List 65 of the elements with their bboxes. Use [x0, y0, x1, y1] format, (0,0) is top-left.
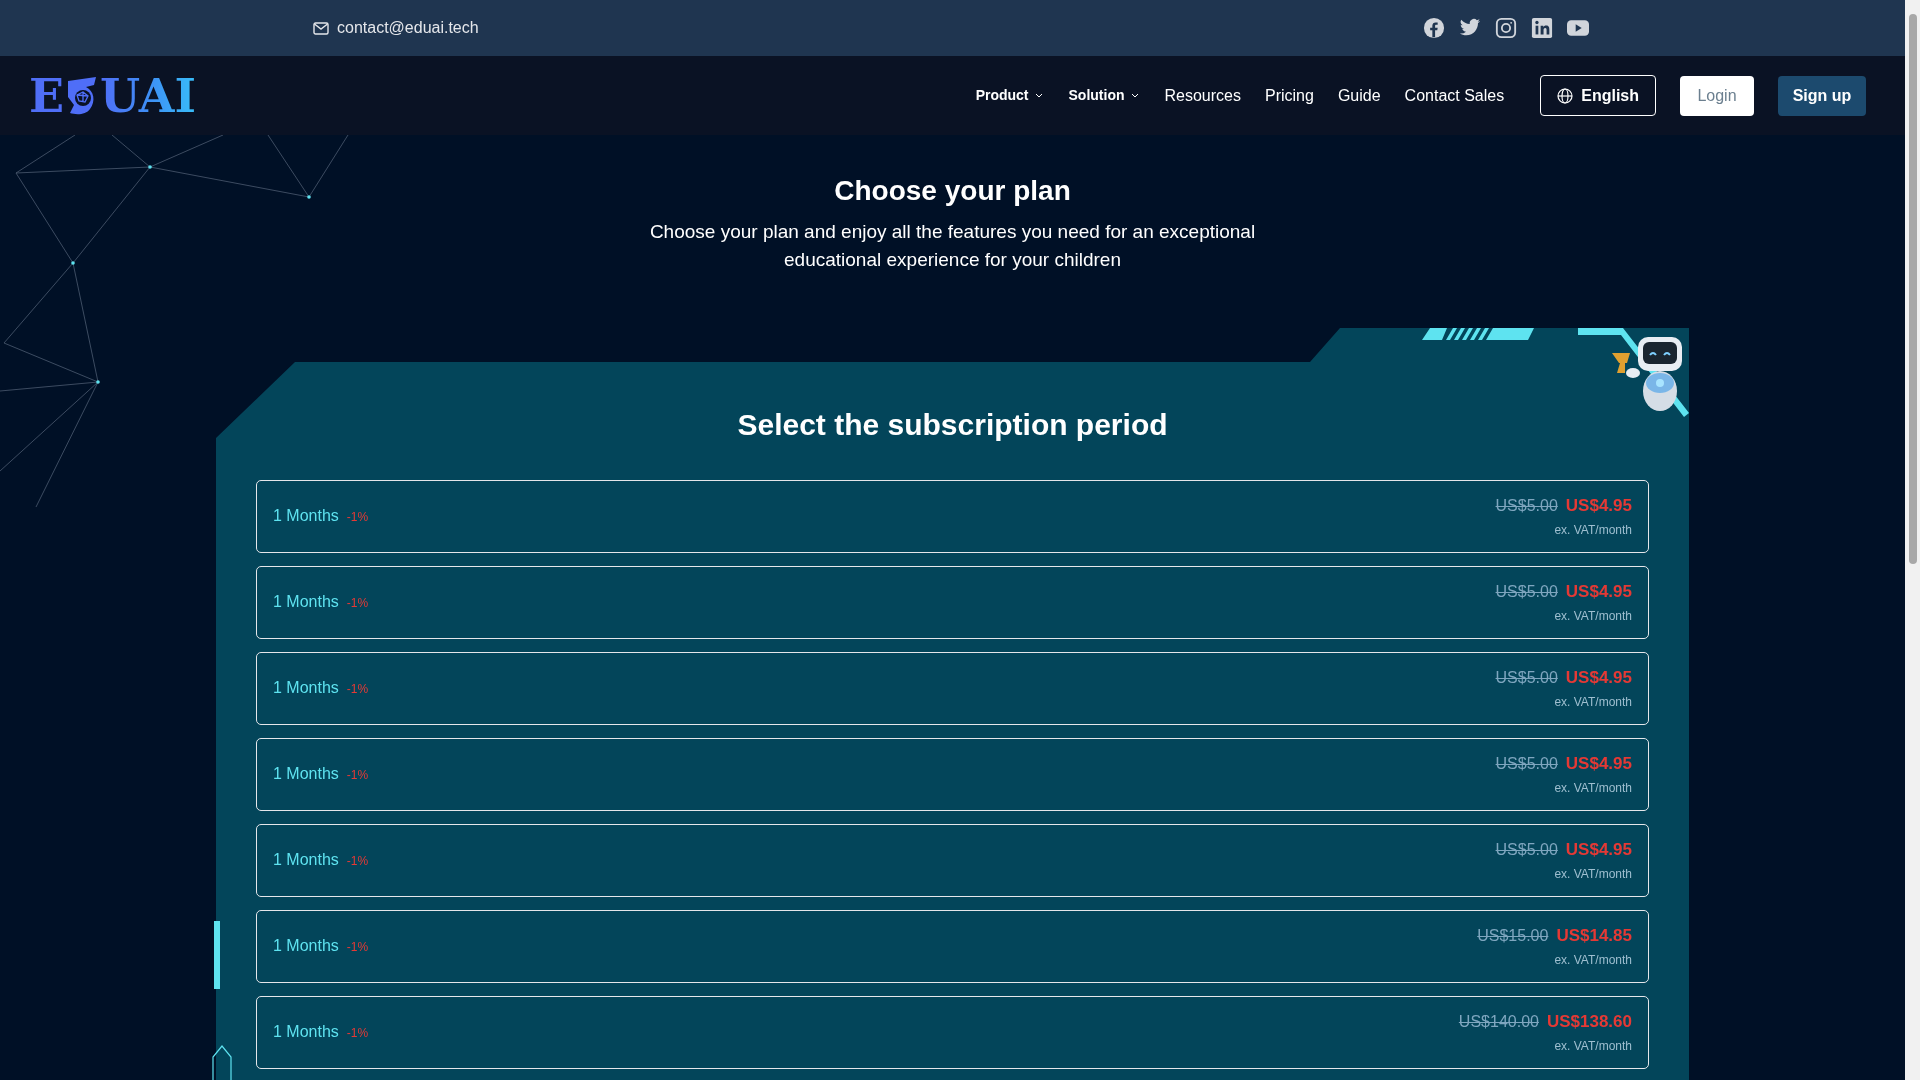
old-price: US$5.00 [1495, 754, 1558, 775]
nav-link[interactable]: Pricing [1265, 83, 1314, 108]
plan-option[interactable]: 1 Months -1% US$5.00 US$4.95 ex. VAT/month [256, 479, 1649, 553]
chevron-down-icon [1034, 93, 1043, 98]
plan-duration: 1 Months [273, 506, 339, 526]
plan-price: US$4.95 [1565, 839, 1632, 862]
page-title: Choose your plan [834, 174, 1071, 208]
nav-dropdown[interactable]: Product [975, 85, 1043, 106]
discount-label: -1% [346, 1025, 369, 1042]
price-note: ex. VAT/month [1554, 779, 1632, 797]
accent-bar [214, 921, 220, 989]
plan-option[interactable]: 1 Months -1% US$5.00 US$4.95 ex. VAT/month [256, 823, 1649, 897]
old-price: US$5.00 [1495, 496, 1558, 517]
plan-price: US$138.60 [1546, 1011, 1632, 1034]
nav-link[interactable]: Resources [1164, 83, 1241, 108]
discount-label: -1% [346, 595, 369, 612]
globe-icon [1557, 87, 1574, 104]
discount-label: -1% [346, 681, 369, 698]
discount-label: -1% [346, 853, 369, 870]
price-note: ex. VAT/month [1554, 951, 1632, 969]
plan-option[interactable]: 1 Months -1% US$5.00 US$4.95 ex. VAT/month [256, 651, 1649, 725]
linkedin-icon[interactable] [1531, 17, 1553, 39]
plan-duration: 1 Months [273, 850, 339, 870]
price-note: ex. VAT/month [1554, 521, 1632, 539]
nav-link[interactable]: Guide [1337, 83, 1381, 108]
language-button[interactable]: English [1540, 75, 1656, 116]
discount-label: -1% [346, 939, 369, 956]
plan-duration: 1 Months [273, 764, 339, 784]
plan-option[interactable]: 1 Months -1% US$140.00 US$138.60 ex. VAT/month [256, 995, 1649, 1069]
plan-duration: 1 Months [273, 1022, 339, 1042]
price-note: ex. VAT/month [1554, 693, 1632, 711]
facebook-icon[interactable] [1423, 17, 1445, 39]
twitter-icon[interactable] [1459, 18, 1481, 38]
old-price: US$140.00 [1458, 1012, 1539, 1033]
old-price: US$5.00 [1495, 840, 1558, 861]
youtube-icon[interactable] [1567, 20, 1589, 36]
instagram-icon[interactable] [1495, 17, 1517, 39]
price-note: ex. VAT/month [1554, 1037, 1632, 1055]
page-subtitle: Choose your plan and enjoy all the features you need for an exceptional educational experience for your children [648, 220, 1257, 272]
panel-title: Select the subscription period [737, 407, 1168, 443]
discount-label: -1% [346, 767, 369, 784]
old-price: US$5.00 [1495, 582, 1558, 603]
plan-option[interactable]: 1 Months -1% US$15.00 US$14.85 ex. VAT/month [256, 909, 1649, 983]
plan-price: US$4.95 [1565, 495, 1632, 518]
old-price: US$5.00 [1495, 668, 1558, 689]
old-price: US$15.00 [1477, 926, 1549, 947]
nav-link[interactable]: Contact Sales [1404, 83, 1505, 108]
chevron-down-icon [1130, 93, 1139, 98]
discount-label: -1% [346, 509, 369, 526]
plan-duration: 1 Months [273, 678, 339, 698]
price-note: ex. VAT/month [1554, 607, 1632, 625]
price-note: ex. VAT/month [1554, 865, 1632, 883]
plan-duration: 1 Months [273, 592, 339, 612]
login-button[interactable]: Login [1680, 75, 1754, 116]
email-link[interactable]: contact@eduai.tech [337, 16, 479, 40]
plan-price: US$4.95 [1565, 581, 1632, 604]
signup-button[interactable]: Sign up [1778, 75, 1866, 116]
plan-price: US$4.95 [1565, 667, 1632, 690]
plan-option[interactable]: 1 Months -1% US$5.00 US$4.95 ex. VAT/month [256, 565, 1649, 639]
plan-duration: 1 Months [273, 936, 339, 956]
nav-dropdown[interactable]: Solution [1068, 85, 1139, 106]
plan-price: US$14.85 [1556, 925, 1632, 948]
mail-icon [313, 21, 329, 35]
plan-price: US$4.95 [1565, 753, 1632, 776]
plan-option[interactable]: 1 Months -1% US$5.00 US$4.95 ex. VAT/month [256, 737, 1649, 811]
